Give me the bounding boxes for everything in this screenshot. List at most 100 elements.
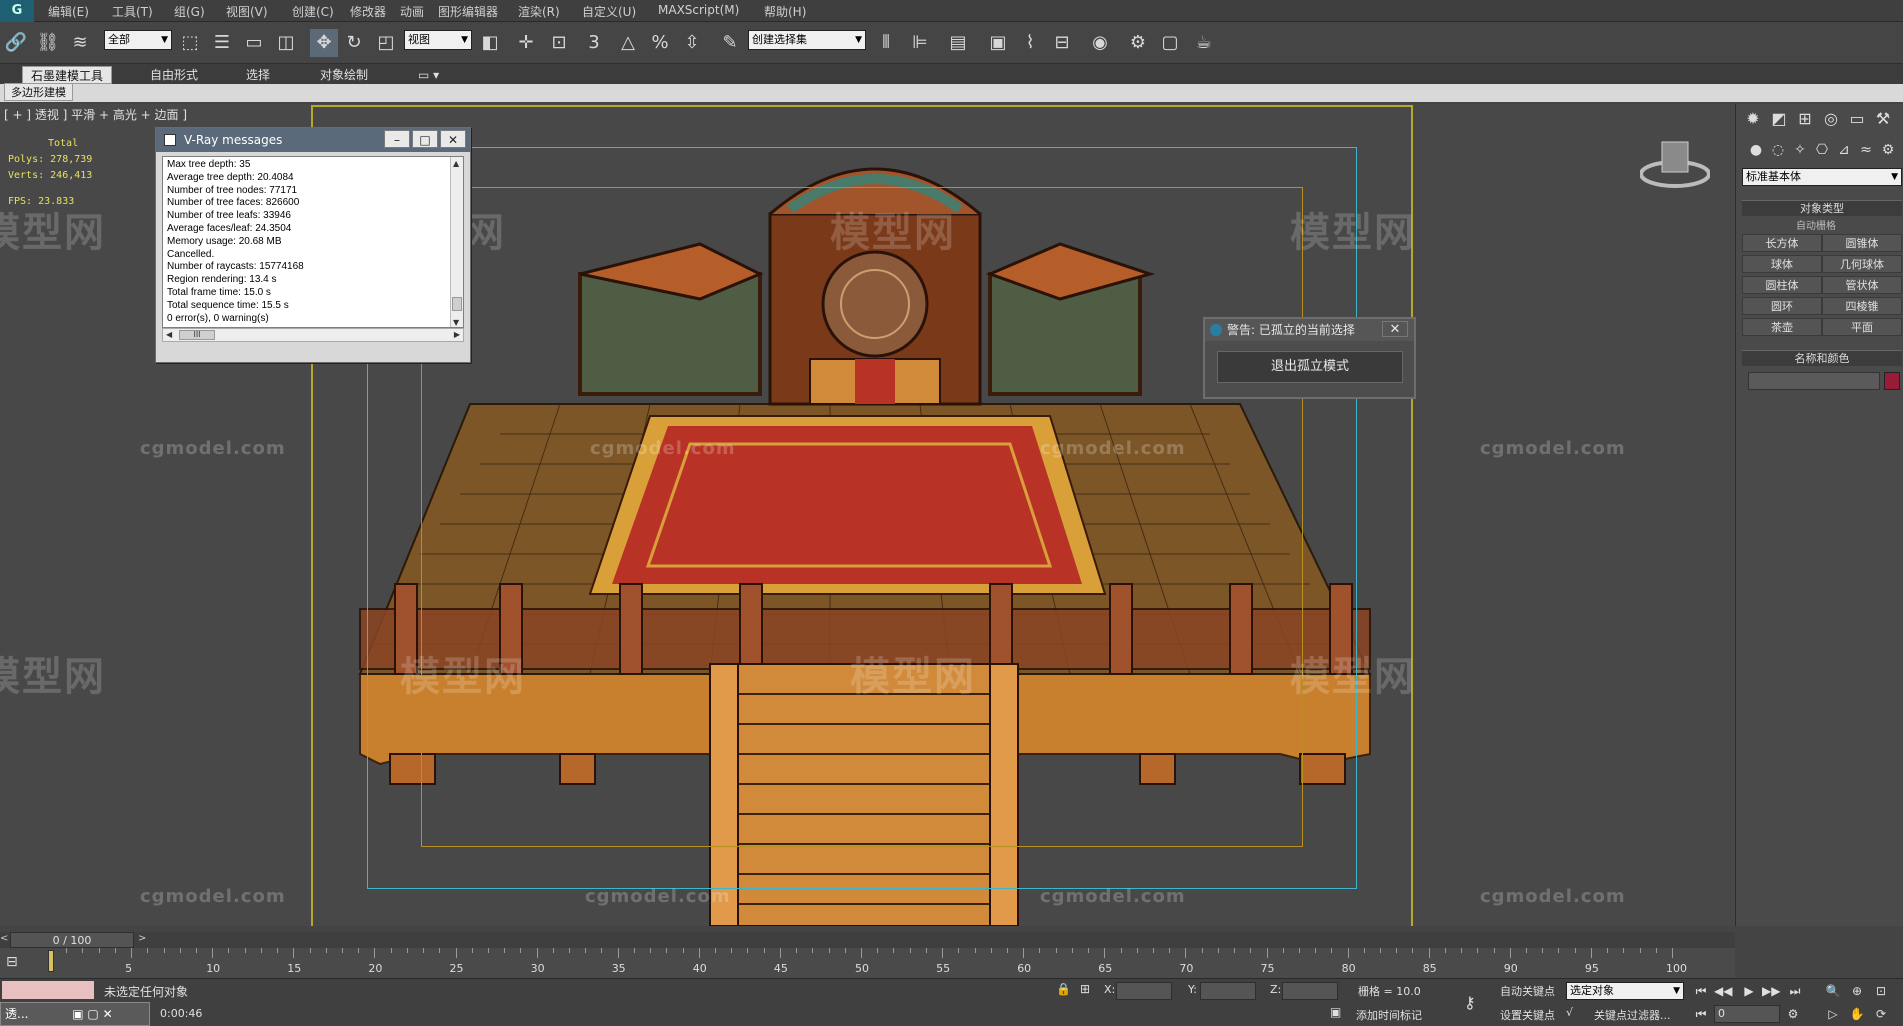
next-frame-icon[interactable]: > (138, 933, 146, 944)
close-button[interactable]: ✕ (440, 130, 466, 148)
plane-button[interactable]: 平面 (1822, 318, 1902, 336)
shapes-icon[interactable]: ◌ (1768, 140, 1788, 160)
scroll-up-icon[interactable]: ▲ (453, 159, 459, 168)
render-setup-icon[interactable]: ⚙ (1124, 29, 1152, 57)
menu-group[interactable]: 组(G) (174, 3, 205, 20)
goto-end-icon[interactable]: ⏭ (1786, 982, 1804, 1000)
scroll-thumb[interactable] (452, 297, 462, 311)
scroll-left-icon[interactable]: ◀ (166, 329, 172, 341)
motion-panel-icon[interactable]: ◎ (1820, 108, 1842, 130)
viewcube-icon[interactable] (1640, 138, 1710, 188)
pan-icon[interactable]: ✋ (1848, 1005, 1866, 1023)
rendered-frame-icon[interactable]: ▢ (1156, 29, 1184, 57)
y-coordinate-field[interactable] (1200, 982, 1256, 1000)
current-frame-field[interactable]: 0 (1714, 1005, 1780, 1023)
taskbar-app-button[interactable]: 透... ▣ ▢ ✕ (0, 1002, 150, 1026)
autogrid-label[interactable]: 自动栅格 (1796, 217, 1836, 232)
sphere-button[interactable]: 球体 (1742, 255, 1822, 273)
app-logo-icon[interactable]: G (0, 0, 34, 22)
object-name-field[interactable] (1748, 372, 1880, 390)
torus-button[interactable]: 圆环 (1742, 297, 1822, 315)
geosphere-button[interactable]: 几何球体 (1822, 255, 1902, 273)
menu-rendering[interactable]: 渲染(R) (518, 3, 560, 20)
time-slider-thumb[interactable]: 0 / 100 (10, 932, 134, 948)
key-mode-dropdown[interactable]: 选定对象 ▼ (1566, 982, 1684, 1000)
key-filters-icon[interactable]: √ (1566, 1006, 1573, 1019)
modify-panel-icon[interactable]: ◩ (1768, 108, 1790, 130)
lights-icon[interactable]: ✧ (1790, 140, 1810, 160)
prev-frame-icon[interactable]: < (0, 933, 8, 944)
hierarchy-panel-icon[interactable]: ⊞ (1794, 108, 1816, 130)
keyboard-shortcut-icon[interactable]: ⊡ (545, 29, 573, 57)
spinner-snap-icon[interactable]: ⇳ (678, 29, 706, 57)
select-object-icon[interactable]: ⬚ (176, 29, 204, 57)
teapot-button[interactable]: 茶壶 (1742, 318, 1822, 336)
vray-messages-window[interactable]: V-Ray messages – □ ✕ Max tree depth: 35 … (155, 127, 471, 363)
maxscript-listener[interactable] (2, 981, 94, 999)
render-production-icon[interactable]: ☕ (1190, 29, 1218, 57)
menu-maxscript[interactable]: MAXScript(M) (658, 3, 739, 17)
zoom-all-icon[interactable]: ⊕ (1848, 982, 1866, 1000)
next-key-icon[interactable]: ▶▶ (1762, 982, 1780, 1000)
track-bar[interactable]: ⊟ 5 10 15 20 25 30 35 40 45 50 55 60 65 70 75 80 85 90 95 1… (0, 948, 1735, 978)
maximize-button[interactable]: □ (412, 130, 438, 148)
z-coordinate-field[interactable] (1282, 982, 1338, 1000)
mirror-icon[interactable]: ⫴ (872, 29, 900, 57)
set-key-button[interactable]: 设置关键点 (1500, 1007, 1555, 1023)
spacewarps-icon[interactable]: ≈ (1856, 140, 1876, 160)
graphite-toggle-icon[interactable]: ▣ (984, 29, 1012, 57)
lock-selection-icon[interactable]: 🔒 (1056, 982, 1071, 996)
field-of-view-icon[interactable]: ▷ (1824, 1005, 1842, 1023)
minimize-button[interactable]: – (384, 130, 410, 148)
geometry-icon[interactable]: ● (1746, 140, 1766, 160)
exit-isolation-button[interactable]: 退出孤立模式 (1217, 351, 1403, 383)
align-icon[interactable]: ⊫ (906, 29, 934, 57)
current-frame-marker[interactable] (48, 950, 54, 972)
vray-titlebar[interactable]: V-Ray messages – □ ✕ (156, 128, 470, 152)
auto-key-button[interactable]: 自动关键点 (1500, 983, 1555, 999)
mini-curve-editor-icon[interactable]: ⊟ (6, 954, 18, 970)
material-editor-icon[interactable]: ◉ (1086, 29, 1114, 57)
move-icon[interactable]: ✥ (310, 29, 338, 57)
ribbon-options-icon[interactable]: ▭ ▾ (410, 66, 447, 84)
scroll-down-icon[interactable]: ▼ (453, 318, 459, 327)
key-icon[interactable]: ⚷ (1464, 993, 1476, 1012)
layer-manager-icon[interactable]: ▤ (944, 29, 972, 57)
cylinder-button[interactable]: 圆柱体 (1742, 276, 1822, 294)
zoom-icon[interactable]: 🔍 (1824, 982, 1842, 1000)
tab-polygon-modeling[interactable]: 多边形建模 (4, 83, 73, 101)
utilities-panel-icon[interactable]: ⚒ (1872, 108, 1894, 130)
scale-icon[interactable]: ◰ (372, 29, 400, 57)
vray-log[interactable]: Max tree depth: 35 Average tree depth: 2… (162, 156, 464, 328)
time-config-icon[interactable]: ⚙ (1784, 1005, 1802, 1023)
prev-key-icon[interactable]: ◀◀ (1714, 982, 1732, 1000)
tab-freeform[interactable]: 自由形式 (142, 66, 206, 84)
scroll-right-icon[interactable]: ▶ (454, 329, 460, 341)
menu-customize[interactable]: 自定义(U) (582, 3, 636, 20)
menu-views[interactable]: 视图(V) (226, 3, 268, 20)
angle-snap-icon[interactable]: △ (614, 29, 642, 57)
name-color-rollout[interactable]: 名称和颜色 (1742, 350, 1902, 366)
pivot-icon[interactable]: ◧ (476, 29, 504, 57)
snap-toggle-icon[interactable]: 3 (580, 29, 608, 57)
goto-start-icon[interactable]: ⏮ (1692, 982, 1710, 1000)
cameras-icon[interactable]: ⎔ (1812, 140, 1832, 160)
vertical-scrollbar[interactable]: ▲ ▼ (450, 157, 463, 327)
percent-snap-icon[interactable]: % (646, 29, 674, 57)
absolute-mode-icon[interactable]: ⊞ (1080, 982, 1090, 996)
taskbar-controls-icon[interactable]: ▣ ▢ ✕ (72, 1007, 112, 1021)
selection-filter-dropdown[interactable]: 全部 ▼ (104, 30, 172, 50)
time-tag-icon[interactable]: ▣ (1330, 1005, 1341, 1019)
tube-button[interactable]: 管状体 (1822, 276, 1902, 294)
cone-button[interactable]: 圆锥体 (1822, 234, 1902, 252)
menu-animation[interactable]: 动画 (400, 3, 424, 20)
select-by-name-icon[interactable]: ☰ (208, 29, 236, 57)
helpers-icon[interactable]: ⊿ (1834, 140, 1854, 160)
ref-coord-dropdown[interactable]: 视图 ▼ (404, 30, 472, 50)
menu-modifiers[interactable]: 修改器 (350, 3, 386, 20)
isolation-warning-dialog[interactable]: 警告: 已孤立的当前选择 ✕ 退出孤立模式 (1203, 317, 1416, 399)
select-manipulate-icon[interactable]: ✛ (512, 29, 540, 57)
horizontal-scrollbar[interactable]: ◀ III ▶ (162, 328, 464, 342)
tab-object-paint[interactable]: 对象绘制 (312, 66, 376, 84)
menu-tools[interactable]: 工具(T) (112, 3, 153, 20)
